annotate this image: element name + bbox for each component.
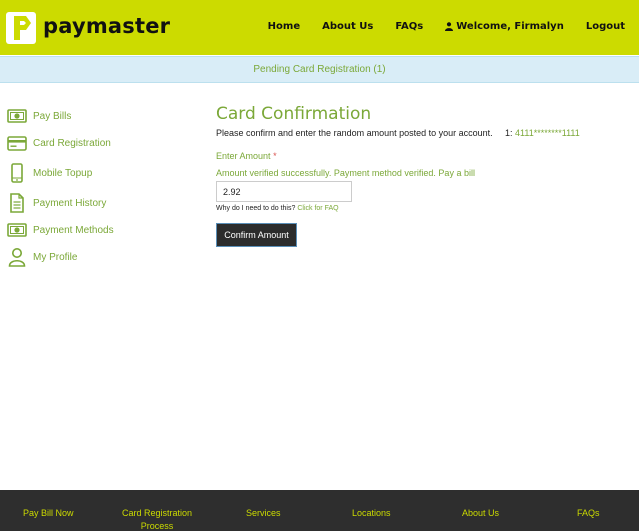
page-title: Card Confirmation <box>216 104 372 124</box>
sidebar-item-payment-history[interactable]: Payment History <box>7 193 106 213</box>
nav-about-us[interactable]: About Us <box>322 21 373 32</box>
money-icon <box>7 223 27 237</box>
sidebar-item-label: My Profile <box>33 251 78 263</box>
pending-registration-alert[interactable]: Pending Card Registration (1) <box>0 56 639 83</box>
footer-link-line: Process <box>140 521 174 531</box>
welcome-text: Welcome, Firmalyn <box>456 21 564 32</box>
enter-amount-label: Enter Amount * <box>216 151 277 161</box>
nav-welcome-user[interactable]: Welcome, Firmalyn <box>445 21 564 32</box>
instructions-text: Please confirm and enter the random amou… <box>216 128 493 138</box>
card-number-prefix: 1: <box>505 128 513 138</box>
sidebar-item-mobile-topup[interactable]: Mobile Topup <box>7 163 92 183</box>
footer-link-pay-bill-now[interactable]: Pay Bill Now <box>23 507 74 520</box>
sidebar-item-pay-bills[interactable]: Pay Bills <box>7 106 71 126</box>
confirm-amount-button[interactable]: Confirm Amount <box>216 223 297 247</box>
footer-link-services[interactable]: Services <box>246 507 281 520</box>
credit-card-icon <box>7 136 27 151</box>
card-number-display: 1: 4111********1111 <box>505 128 580 138</box>
nav-faqs[interactable]: FAQs <box>395 21 423 32</box>
sidebar-item-my-profile[interactable]: My Profile <box>7 247 77 267</box>
footer-link-card-registration-process[interactable]: Card Registration Process <box>122 507 192 531</box>
footer-link-faqs[interactable]: FAQs <box>577 507 600 520</box>
footer-link-line: Card Registration <box>122 508 193 518</box>
user-icon <box>8 248 26 267</box>
sidebar-item-payment-methods[interactable]: Payment Methods <box>7 220 114 240</box>
user-icon <box>445 22 454 31</box>
footer-link-about-us[interactable]: About Us <box>462 507 499 520</box>
sidebar-item-label: Payment History <box>33 197 107 209</box>
faq-help-text: Why do I need to do this? Click for FAQ <box>216 205 339 212</box>
brand-name: paymaster <box>43 13 171 38</box>
pending-registration-text[interactable]: Pending Card Registration (1) <box>253 64 385 75</box>
money-icon <box>7 109 27 123</box>
sidebar-item-card-registration[interactable]: Card Registration <box>7 133 111 153</box>
sidebar-item-label: Mobile Topup <box>33 167 93 179</box>
paymaster-logo-icon <box>6 12 36 44</box>
mobile-phone-icon <box>11 163 23 183</box>
card-confirmation-panel: Card Confirmation Please confirm and ent… <box>216 104 616 247</box>
top-nav: Home About Us FAQs Welcome, Firmalyn Log… <box>268 21 625 32</box>
paymaster-logo[interactable]: paymaster <box>6 12 170 44</box>
verification-success-message: Amount verified successfully. Payment me… <box>216 168 475 178</box>
required-asterisk: * <box>273 151 277 161</box>
faq-link[interactable]: Click for FAQ <box>297 205 338 212</box>
document-icon <box>10 193 24 213</box>
nav-logout[interactable]: Logout <box>586 21 625 32</box>
nav-home[interactable]: Home <box>268 21 300 32</box>
header-bar: paymaster Home About Us FAQs Welcome, Fi… <box>0 0 639 55</box>
why-question: Why do I need to do this? <box>216 205 296 212</box>
amount-input[interactable] <box>216 181 352 202</box>
sidebar-item-label: Card Registration <box>33 137 111 149</box>
footer-link-locations[interactable]: Locations <box>352 507 391 520</box>
sidebar-item-label: Payment Methods <box>33 224 114 236</box>
enter-amount-label-text: Enter Amount <box>216 151 271 161</box>
footer: Pay Bill Now Card Registration Process S… <box>0 490 639 531</box>
card-number-value: 4111********1111 <box>515 128 580 138</box>
sidebar-item-label: Pay Bills <box>33 110 72 122</box>
